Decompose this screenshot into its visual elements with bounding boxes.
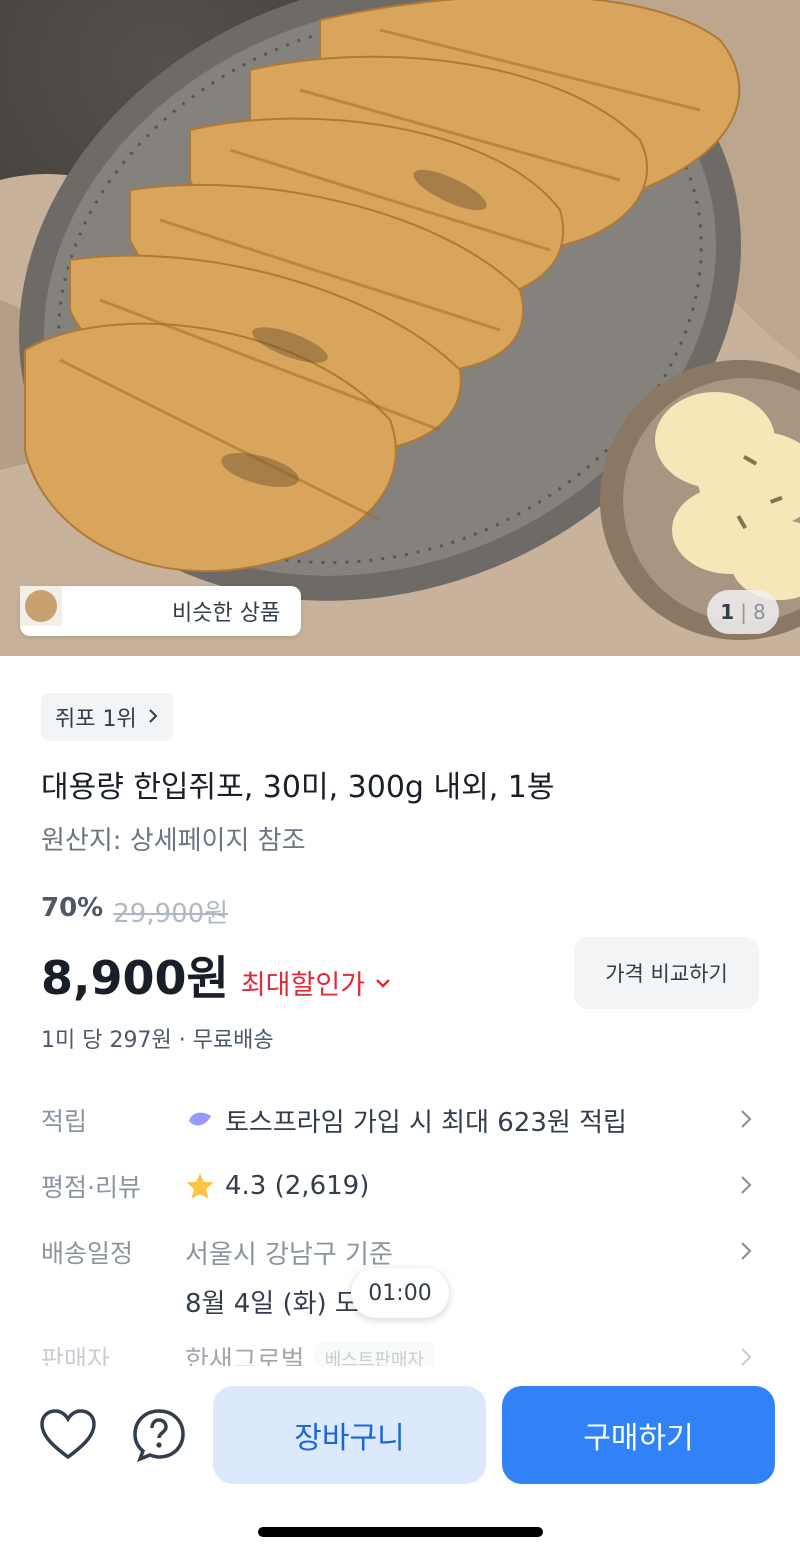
compare-price-button[interactable]: 가격 비교하기 [574,937,759,1009]
wishlist-button[interactable] [37,1404,99,1466]
product-origin: 원산지: 상세페이지 참조 [41,826,306,856]
page-indicator: 1 | 8 [707,590,779,634]
countdown-timer: 01:00 [351,1268,449,1318]
page-separator: | [740,600,747,624]
price-row: 8,900원 최대할인가 [41,942,391,1008]
chevron-down-icon [376,978,390,988]
points-label: 적립 [41,1107,88,1136]
chevron-right-icon [741,1348,752,1366]
sale-price: 8,900원 [41,951,229,1005]
product-image-gallery[interactable]: 비슷한 상품 1 | 8 [0,0,800,656]
discount-row: 70% 29,900원 [41,893,228,930]
similar-thumb-2 [20,586,114,631]
discount-percent: 70% [41,893,104,923]
unit-price-shipping: 1미 당 297원 · 무료배송 [41,1028,274,1053]
question-icon [133,1409,185,1463]
inquiry-button[interactable] [128,1404,190,1466]
max-discount-toggle[interactable]: 최대할인가 [241,963,391,1002]
toss-prime-icon [189,1112,211,1125]
points-value: 토스프라임 가입 시 최대 623원 적립 [225,1108,627,1138]
shipping-location: 서울시 강남구 기준 [185,1240,393,1270]
rating-value: 4.3 (2,619) [225,1171,370,1201]
category-rank-chip[interactable]: 쥐포 1위 [41,693,173,741]
rating-label: 평점·리뷰 [41,1173,141,1202]
star-icon [186,1173,214,1199]
shipping-label: 배송일정 [41,1239,134,1268]
rating-row[interactable]: 평점·리뷰 4.3 (2,619) [41,1168,759,1204]
buy-now-button[interactable]: 구매하기 [502,1386,775,1484]
shipping-date: 8월 4일 (화) 도 [185,1289,359,1319]
similar-products-button[interactable]: 비슷한 상품 [20,586,301,636]
product-photo [0,0,800,656]
home-indicator [258,1527,543,1537]
rank-chip-label: 쥐포 1위 [55,707,137,732]
points-row[interactable]: 적립 토스프라임 가입 시 최대 623원 적립 [41,1102,759,1139]
chevron-right-icon [147,705,159,730]
heart-icon [40,1409,96,1460]
original-price: 29,900원 [113,899,229,929]
add-to-cart-button[interactable]: 장바구니 [213,1386,486,1484]
page-current: 1 [720,600,735,624]
page-total: 8 [752,600,766,624]
chevron-right-icon [741,1176,752,1194]
chevron-right-icon [741,1110,752,1128]
chevron-right-icon [741,1242,752,1260]
max-discount-label: 최대할인가 [240,970,366,1001]
product-title: 대용량 한입쥐포, 30미, 300g 내외, 1봉 [41,770,555,805]
similar-products-label: 비슷한 상품 [172,601,281,626]
similar-thumb-3 [20,586,160,631]
